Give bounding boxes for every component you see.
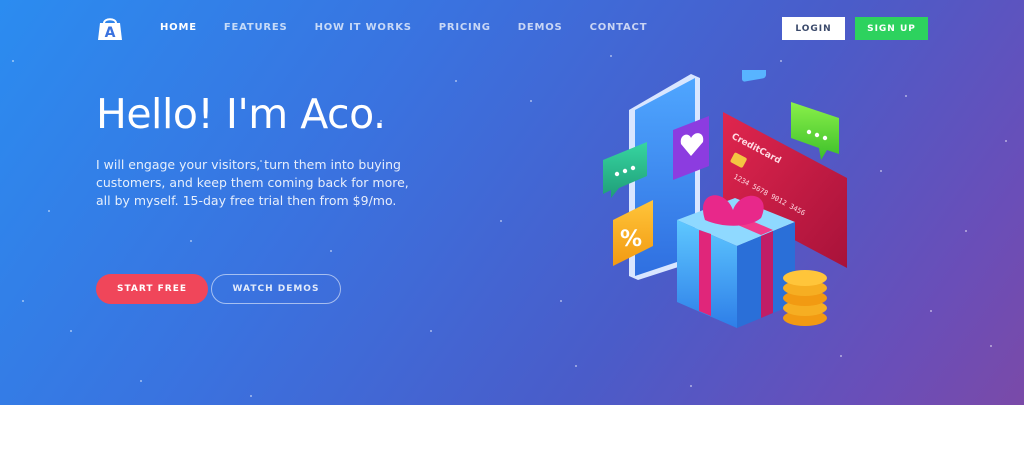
blue-tile-shape	[742, 70, 766, 82]
chat-bubble-green-icon	[791, 102, 839, 160]
nav-item-demos[interactable]: DEMOS	[518, 22, 563, 33]
nav-item-pricing[interactable]: PRICING	[439, 22, 491, 33]
hero-section: A HOME FEATURES HOW IT WORKS PRICING DEM…	[0, 0, 1024, 405]
nav-item-home[interactable]: HOME	[160, 22, 197, 33]
percent-symbol: %	[620, 227, 642, 252]
main-nav: HOME FEATURES HOW IT WORKS PRICING DEMOS…	[160, 22, 674, 33]
hero-subtext: I will engage your visitors, turn them i…	[96, 157, 409, 208]
hero-illustration: CreditCard 1234 5678 9012 3456 %	[603, 70, 847, 328]
coin-stack-icon	[783, 270, 827, 326]
gift-box-shape	[677, 195, 795, 328]
hero-headline: Hello! I'm Aco.	[96, 90, 386, 138]
start-free-button[interactable]: START FREE	[96, 274, 208, 304]
nav-item-contact[interactable]: CONTACT	[590, 22, 648, 33]
logo-letter: A	[105, 25, 116, 41]
login-button[interactable]: LOGIN	[782, 17, 845, 40]
page-body	[0, 405, 1024, 464]
nav-item-how-it-works[interactable]: HOW IT WORKS	[315, 22, 412, 33]
nav-item-features[interactable]: FEATURES	[224, 22, 288, 33]
watch-demos-button[interactable]: WATCH DEMOS	[211, 274, 341, 304]
shopping-bag-icon[interactable]: A	[97, 15, 123, 41]
signup-button[interactable]: SIGN UP	[855, 17, 928, 40]
